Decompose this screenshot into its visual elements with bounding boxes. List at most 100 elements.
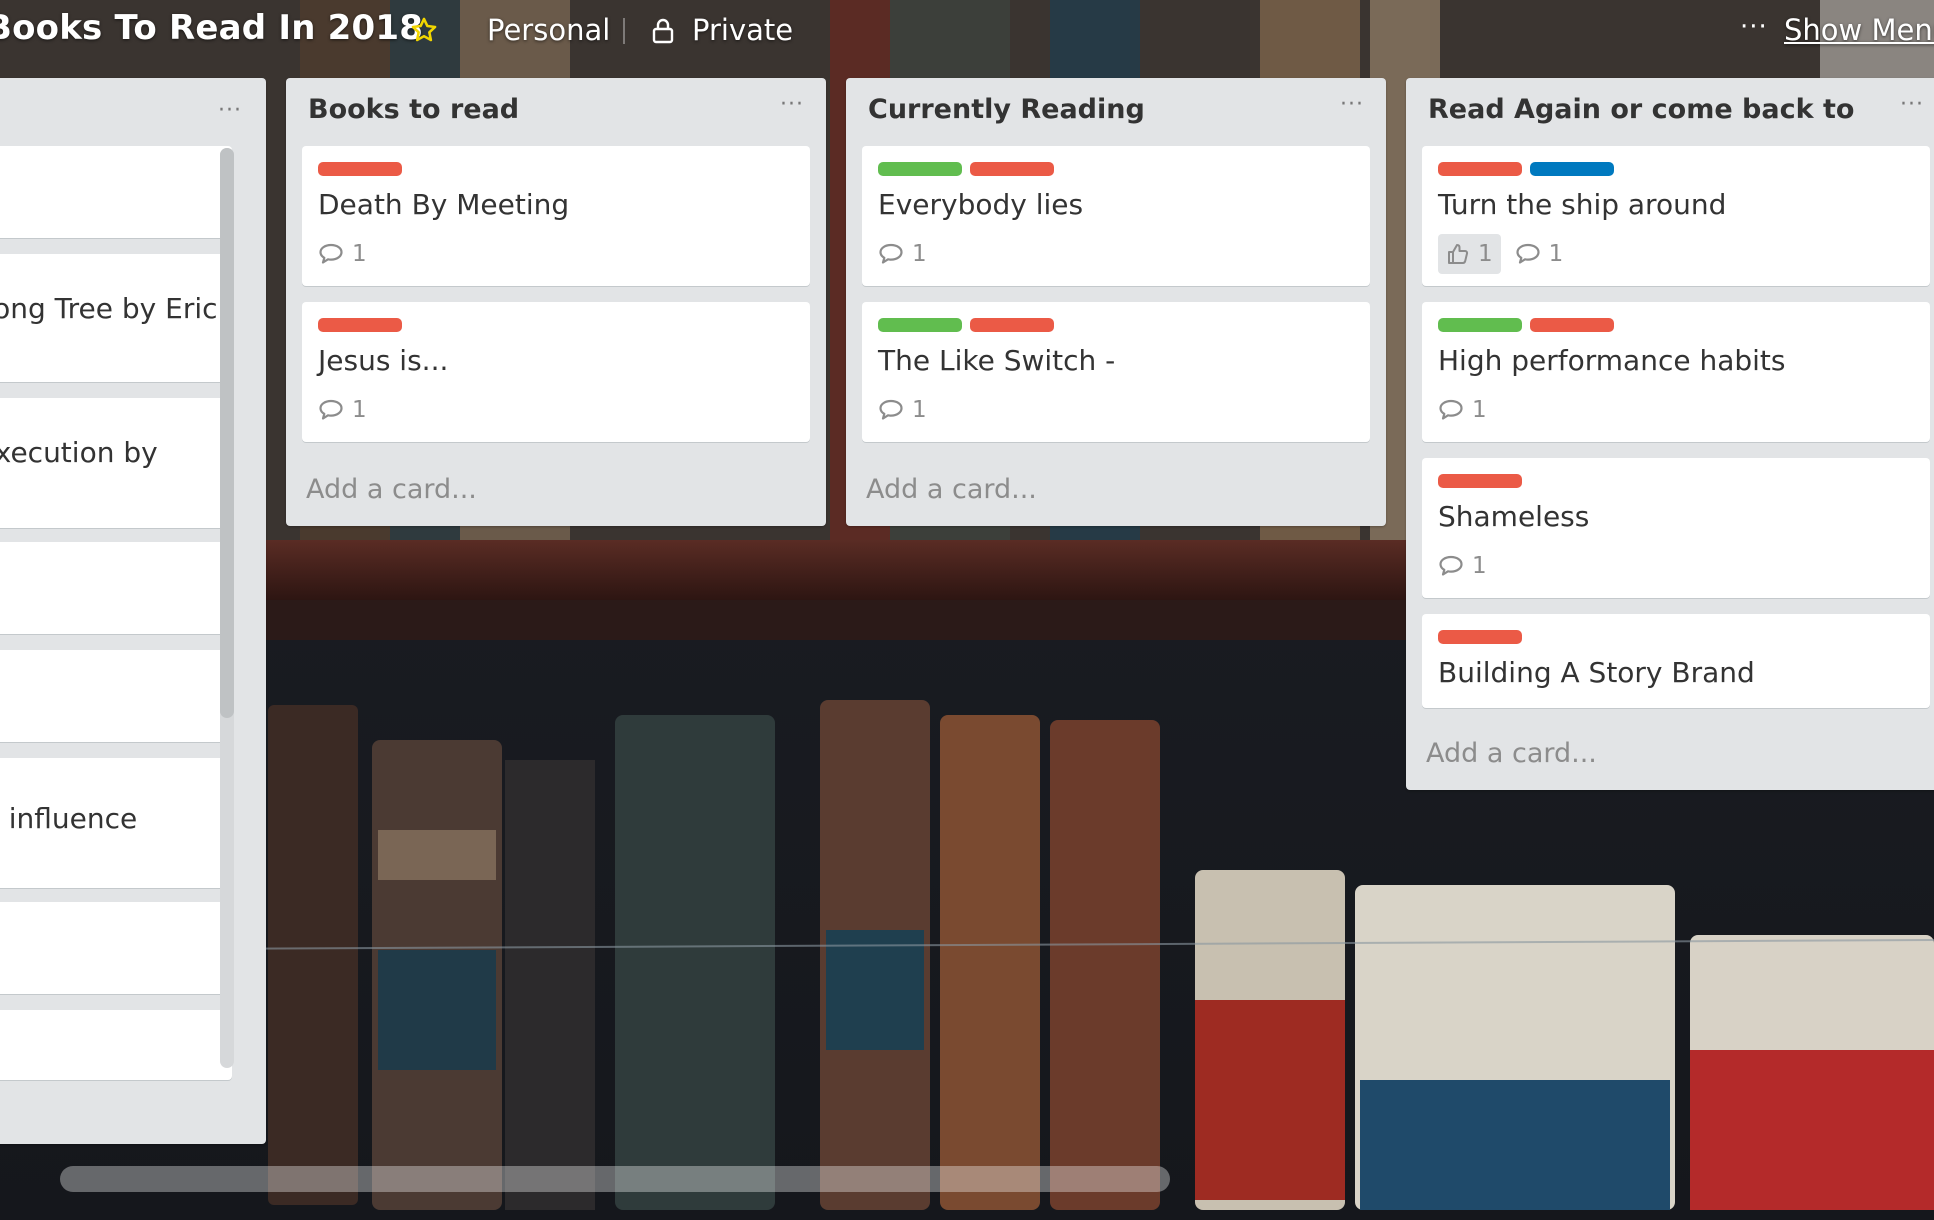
label-red	[1438, 162, 1522, 176]
card[interactable]: Building A Story Brand	[1422, 614, 1930, 708]
show-menu-link[interactable]: Show Menu	[1784, 13, 1934, 47]
card-labels	[318, 318, 402, 332]
label-blue	[1530, 162, 1614, 176]
more-dots-icon[interactable]: ···	[1740, 12, 1768, 42]
list-title[interactable]: Currently Reading	[868, 94, 1145, 125]
label-red	[970, 162, 1054, 176]
list-scrollbar-thumb[interactable]	[220, 148, 234, 718]
label-green	[878, 318, 962, 332]
card-labels	[1438, 630, 1522, 644]
lock-icon	[652, 18, 674, 44]
card-title: Death By Meeting	[318, 188, 570, 221]
card-title: Building A Story Brand	[1438, 656, 1755, 689]
comments-count: 1	[1548, 241, 1564, 267]
comment-icon	[1516, 243, 1540, 264]
card-title: Turn the ship around	[1438, 188, 1727, 221]
card-badges: 1	[318, 390, 367, 430]
list-title[interactable]: Books to read	[308, 94, 519, 125]
board-title[interactable]: Books To Read In 2018	[0, 8, 423, 48]
comments-badge: 1	[878, 234, 927, 274]
add-card-button[interactable]: Add a card...	[306, 474, 477, 505]
label-red	[1530, 318, 1614, 332]
list-item[interactable]: execution by	[0, 398, 232, 528]
list-item[interactable]: Long Tree by Eric	[0, 254, 232, 382]
comment-icon	[879, 399, 903, 420]
header-divider	[623, 18, 625, 44]
list-item[interactable]	[0, 1010, 232, 1080]
add-card-button[interactable]: Add a card...	[1426, 738, 1597, 769]
comments-badge: 1	[1515, 234, 1564, 274]
board-header: Books To Read In 2018 Personal Private ·…	[0, 0, 1934, 64]
card-title: The Like Switch -	[878, 344, 1116, 377]
list-item[interactable]	[0, 650, 232, 742]
comments-badge: 1	[1438, 546, 1487, 586]
visibility-button[interactable]: Private	[692, 13, 793, 47]
card[interactable]: High performance habits 1	[1422, 302, 1930, 442]
comments-count: 1	[912, 397, 927, 423]
card[interactable]: Shameless 1	[1422, 458, 1930, 598]
thumbs-up-icon	[1448, 244, 1469, 264]
comments-count: 1	[352, 241, 367, 267]
card-badges: 1 1	[1438, 234, 1563, 274]
comments-count: 1	[352, 397, 367, 423]
card-labels	[318, 162, 402, 176]
comments-count: 1	[1472, 553, 1487, 579]
comment-icon	[319, 399, 343, 420]
card[interactable]: The Like Switch - 1	[862, 302, 1370, 442]
card-title: High performance habits	[1438, 344, 1786, 377]
label-red	[970, 318, 1054, 332]
label-green	[878, 162, 962, 176]
votes-count: 1	[1478, 241, 1493, 267]
list-books-to-read: Books to read ··· Death By Meeting 1 Jes…	[286, 78, 826, 526]
card[interactable]: Turn the ship around 1 1	[1422, 146, 1930, 286]
card[interactable]: Jesus is... 1	[302, 302, 810, 442]
list-title[interactable]: Read Again or come back to	[1428, 94, 1854, 125]
comment-icon	[319, 243, 343, 264]
card-labels	[1438, 318, 1614, 332]
list-menu-icon[interactable]: ···	[1340, 92, 1364, 117]
list-read-again: Read Again or come back to ··· Turn the …	[1406, 78, 1934, 790]
star-icon[interactable]	[410, 16, 438, 44]
card-labels	[1438, 474, 1522, 488]
board-horizontal-scrollbar[interactable]	[60, 1166, 1170, 1192]
comments-count: 1	[912, 241, 927, 267]
team-button[interactable]: Personal	[487, 13, 610, 47]
comments-badge: 1	[878, 390, 927, 430]
card-badges: 1	[318, 234, 367, 274]
card[interactable]: Everybody lies 1	[862, 146, 1370, 286]
list-item[interactable]	[0, 902, 232, 994]
comment-icon	[879, 243, 903, 264]
list-menu-icon[interactable]: ···	[780, 92, 804, 117]
comments-count: 1	[1472, 397, 1487, 423]
card[interactable]: Death By Meeting 1	[302, 146, 810, 286]
card-badges: 1	[878, 234, 927, 274]
card-badges: 1	[878, 390, 927, 430]
comments-badge: 1	[318, 390, 367, 430]
card-title: Jesus is...	[318, 344, 449, 377]
label-red	[318, 162, 402, 176]
label-red	[1438, 630, 1522, 644]
list-currently-reading: Currently Reading ··· Everybody lies 1 T…	[846, 78, 1386, 526]
list-item[interactable]	[0, 542, 232, 634]
card-labels	[1438, 162, 1614, 176]
votes-badge: 1	[1438, 234, 1501, 274]
list-partial: ··· Long Tree by Eric execution by & inf…	[0, 78, 266, 1144]
comments-badge: 1	[1438, 390, 1487, 430]
add-card-button[interactable]: Add a card...	[866, 474, 1037, 505]
card-title: Everybody lies	[878, 188, 1084, 221]
list-menu-icon[interactable]: ···	[1900, 92, 1924, 117]
card-labels	[878, 162, 1054, 176]
card-title: Shameless	[1438, 500, 1590, 533]
label-red	[1438, 474, 1522, 488]
comment-icon	[1439, 555, 1463, 576]
list-item[interactable]	[0, 146, 232, 238]
label-red	[318, 318, 402, 332]
comments-badge: 1	[318, 234, 367, 274]
list-item[interactable]: & influence	[0, 758, 232, 888]
comment-icon	[1439, 399, 1463, 420]
list-menu-icon[interactable]: ···	[218, 98, 242, 123]
card-labels	[878, 318, 1054, 332]
card-badges: 1	[1438, 390, 1487, 430]
card-badges: 1	[1438, 546, 1487, 586]
label-green	[1438, 318, 1522, 332]
